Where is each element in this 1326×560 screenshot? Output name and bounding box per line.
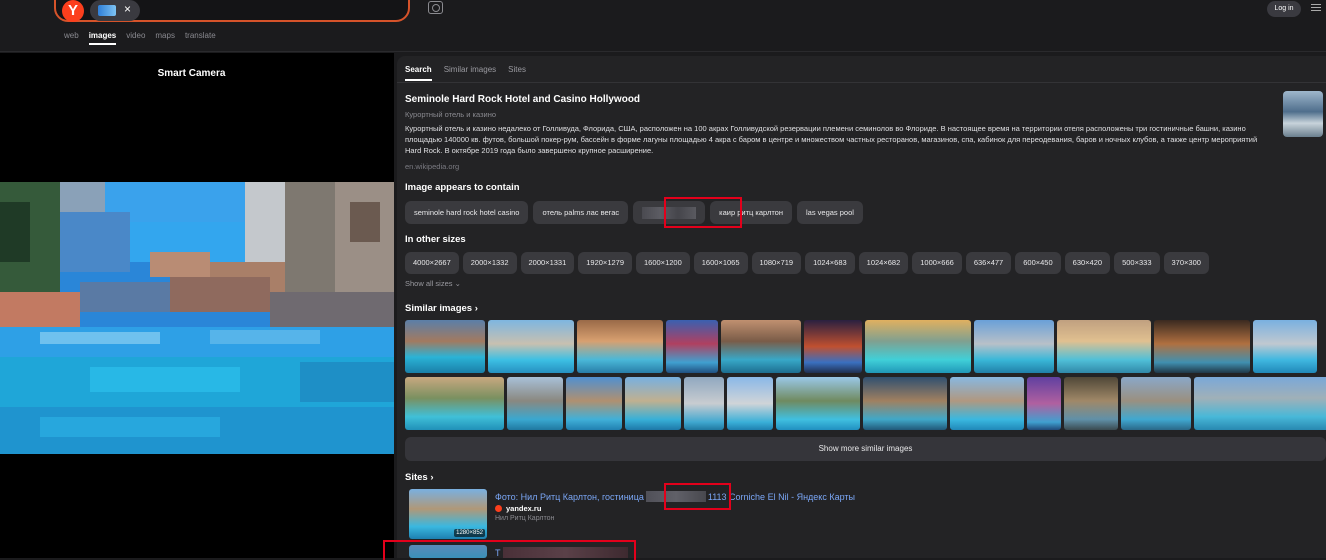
size-chip[interactable]: 1024×683 [805,252,855,274]
contains-tags: seminole hard rock hotel casino отель pa… [405,201,863,224]
similar-image[interactable] [863,377,947,430]
similar-image[interactable] [727,377,773,430]
similar-image[interactable] [1154,320,1250,373]
resolution-badge: 1280×852 [454,529,485,537]
results-panel: Search Similar images Sites Seminole Har… [383,56,1326,560]
tag-chip[interactable]: отель palms лас вегас [533,201,629,224]
similar-image[interactable] [577,320,663,373]
tab-translate[interactable]: translate [185,31,216,45]
close-icon[interactable]: × [124,2,131,16]
tab-similar-images[interactable]: Similar images [444,65,496,81]
size-chip[interactable]: 4000×2667 [405,252,459,274]
entity-thumbnail[interactable] [1283,91,1323,137]
show-all-sizes-link[interactable]: Show all sizes ⌄ [405,279,461,288]
size-chip[interactable]: 2000×1331 [520,252,575,274]
contains-heading: Image appears to contain [405,182,520,193]
entity-subtitle: Курортный отель и казино [405,110,497,119]
similar-image[interactable] [1027,377,1061,430]
size-chip[interactable]: 1600×1200 [636,252,690,274]
size-chip[interactable]: 630×420 [1064,252,1111,274]
similar-image[interactable] [804,320,862,373]
tag-chip[interactable]: las vegas pool [796,201,863,224]
camera-icon[interactable] [428,1,443,14]
search-box[interactable]: Y × [54,0,410,22]
similar-image[interactable] [1057,320,1151,373]
similar-image[interactable] [1253,320,1317,373]
size-chip[interactable]: 500×333 [1114,252,1160,274]
login-button[interactable]: Log in [1267,1,1301,17]
divider [397,82,1326,83]
site-caption: Нил Ритц Карлтон [495,515,555,522]
tab-web[interactable]: web [64,31,79,45]
size-chip[interactable]: 1080×719 [751,252,802,274]
highlight-box [664,197,742,228]
query-image-thumbnail [98,5,116,16]
panel-tabs: Search Similar images Sites [405,65,526,81]
similar-heading[interactable]: Similar images › [405,303,478,314]
sizes-list: 4000×2667 2000×1332 2000×1331 1920×1279 … [405,252,1209,274]
entity-description: Курортный отель и казино недалеко от Гол… [405,124,1258,155]
tab-maps[interactable]: maps [155,31,175,45]
similar-image[interactable] [1121,377,1191,430]
entity-source-link[interactable]: en.wikipedia.org [405,162,459,171]
site-title-part: Фото: Нил Ритц Карлтон, гостиница [495,492,644,502]
similar-image[interactable] [1194,377,1326,430]
search-tabs: web images video maps translate [64,31,216,45]
tab-images[interactable]: images [88,31,117,45]
tag-chip[interactable]: seminole hard rock hotel casino [405,201,529,224]
tab-video[interactable]: video [126,31,145,45]
similar-image[interactable] [776,377,860,430]
smart-camera-title: Smart Camera [157,68,226,79]
size-chip[interactable]: 600×450 [1015,252,1061,274]
similar-image[interactable] [950,377,1024,430]
similar-image[interactable] [684,377,724,430]
similar-row-2 [405,377,1326,430]
similar-image[interactable] [865,320,971,373]
size-chip[interactable]: 1024×682 [858,252,909,274]
size-chip[interactable]: 2000×1332 [462,252,517,274]
size-chip[interactable]: 1600×1065 [693,252,748,274]
menu-icon[interactable] [1311,4,1321,11]
similar-image[interactable] [721,320,801,373]
yandex-favicon-icon [495,505,502,512]
similar-image[interactable] [507,377,563,430]
site-domain[interactable]: yandex.ru [495,504,541,513]
size-chip[interactable]: 370×300 [1163,252,1209,274]
similar-image[interactable] [666,320,718,373]
similar-image[interactable] [405,377,504,430]
similar-image[interactable] [488,320,574,373]
similar-row-1 [405,320,1317,373]
site-domain-label: yandex.ru [506,504,542,513]
size-chip[interactable]: 636×477 [965,252,1012,274]
similar-image[interactable] [1064,377,1118,430]
entity-title[interactable]: Seminole Hard Rock Hotel and Casino Holl… [405,94,640,105]
show-more-similar-button[interactable]: Show more similar images [405,437,1326,461]
sizes-heading: In other sizes [405,234,466,245]
tab-search[interactable]: Search [405,65,432,81]
size-chip[interactable]: 1000×666 [912,252,962,274]
tab-sites[interactable]: Sites [508,65,526,81]
similar-image[interactable] [405,320,485,373]
highlight-box [383,540,636,560]
query-image-chip[interactable]: × [90,0,140,21]
query-image[interactable] [0,182,394,454]
top-bar: Y × web images video maps translate Log … [0,0,1326,52]
sites-heading[interactable]: Sites › [405,472,434,483]
yandex-logo[interactable]: Y [62,0,84,22]
highlight-box [664,483,731,510]
similar-image[interactable] [974,320,1054,373]
query-image-pane: Smart Camera [0,53,394,558]
similar-image[interactable] [625,377,681,430]
site-thumbnail[interactable]: 1280×852 [409,489,487,539]
pixelated-pool-image [0,182,394,454]
size-chip[interactable]: 1920×1279 [578,252,632,274]
similar-image[interactable] [566,377,622,430]
